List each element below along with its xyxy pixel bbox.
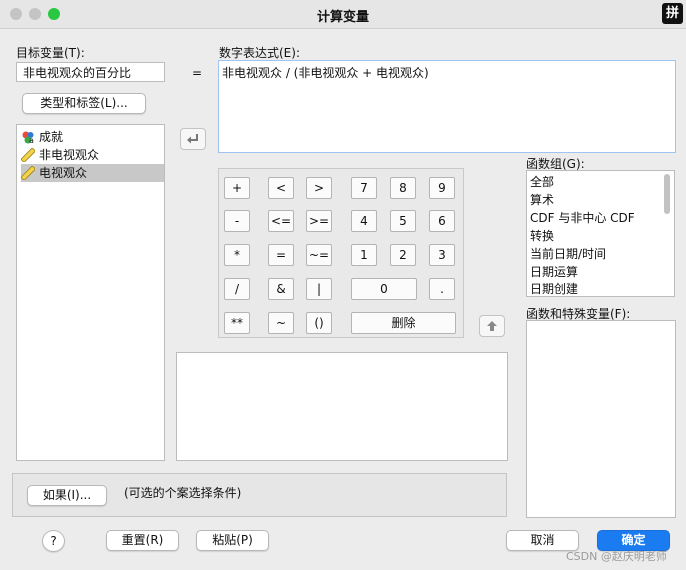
key-decimal[interactable]: . <box>429 278 455 300</box>
function-group-scrollbar[interactable] <box>664 174 670 214</box>
key-and[interactable]: & <box>268 278 294 300</box>
variable-name: 成就 <box>39 130 64 144</box>
key-greater-equal[interactable]: >= <box>306 210 332 232</box>
move-to-expression-button[interactable] <box>180 128 206 150</box>
move-function-up-button[interactable] <box>479 315 505 337</box>
key-5[interactable]: 5 <box>390 210 416 232</box>
key-less-equal[interactable]: <= <box>268 210 294 232</box>
target-variable-value: 非电视观众的百分比 <box>23 66 132 80</box>
variable-item-selected[interactable]: 电视观众 <box>20 164 164 182</box>
key-3[interactable]: 3 <box>429 244 455 266</box>
key-7[interactable]: 7 <box>351 177 377 199</box>
expression-input[interactable]: 非电视观众 / (非电视观众 + 电视观众) <box>218 60 676 153</box>
key-divide[interactable]: / <box>224 278 250 300</box>
variable-list[interactable]: a 成就 非电视观众 电视观众 <box>16 124 165 461</box>
variable-item[interactable]: 非电视观众 <box>20 146 164 164</box>
function-group-list[interactable]: 全部 算术 CDF 与非中心 CDF 转换 当前日期/时间 日期运算 日期创建 <box>526 170 675 297</box>
nominal-icon: a <box>21 130 35 145</box>
key-less-than[interactable]: < <box>268 177 294 199</box>
help-button[interactable]: ? <box>42 530 65 552</box>
function-group-item[interactable]: CDF 与非中心 CDF <box>530 209 635 227</box>
key-1[interactable]: 1 <box>351 244 377 266</box>
key-power[interactable]: ** <box>224 312 250 334</box>
equals-sign: = <box>192 66 203 80</box>
window-title: 计算变量 <box>316 10 369 25</box>
key-not-equal[interactable]: ~= <box>306 244 332 266</box>
input-method-indicator[interactable]: 拼 <box>662 3 683 24</box>
key-2[interactable]: 2 <box>390 244 416 266</box>
key-or[interactable]: | <box>306 278 332 300</box>
key-6[interactable]: 6 <box>429 210 455 232</box>
key-0[interactable]: 0 <box>351 278 417 300</box>
variable-name: 电视观众 <box>39 166 88 180</box>
key-minus[interactable]: - <box>224 210 250 232</box>
key-8[interactable]: 8 <box>390 177 416 199</box>
function-group-item[interactable]: 全部 <box>530 173 554 191</box>
key-4[interactable]: 4 <box>351 210 377 232</box>
expression-value: 非电视观众 / (非电视观众 + 电视观众) <box>222 66 429 80</box>
target-variable-label: 目标变量(T): <box>16 46 85 60</box>
up-arrow-icon <box>487 321 497 331</box>
key-plus[interactable]: + <box>224 177 250 199</box>
key-multiply[interactable]: * <box>224 244 250 266</box>
if-button[interactable]: 如果(I)... <box>27 485 107 506</box>
key-9[interactable]: 9 <box>429 177 455 199</box>
svg-text:a: a <box>29 136 34 144</box>
type-and-label-button[interactable]: 类型和标签(L)... <box>22 93 146 114</box>
key-greater-than[interactable]: > <box>306 177 332 199</box>
function-group-item[interactable]: 当前日期/时间 <box>530 245 606 263</box>
key-equals[interactable]: = <box>268 244 294 266</box>
if-condition-text: (可选的个案选择条件) <box>124 486 242 500</box>
reset-button[interactable]: 重置(R) <box>106 530 179 551</box>
functions-list[interactable] <box>526 320 676 518</box>
function-group-item[interactable]: 算术 <box>530 191 554 209</box>
key-delete[interactable]: 删除 <box>351 312 456 334</box>
variable-item[interactable]: a 成就 <box>21 128 164 146</box>
function-group-item[interactable]: 日期运算 <box>530 263 578 281</box>
variable-name: 非电视观众 <box>39 148 100 162</box>
watermark: CSDN @赵庆明老师 <box>566 550 667 563</box>
function-description-box <box>176 352 508 461</box>
paste-button[interactable]: 粘贴(P) <box>196 530 269 551</box>
scale-ruler-icon <box>20 164 36 181</box>
return-arrow-icon <box>187 134 198 144</box>
scale-ruler-icon <box>20 146 36 163</box>
target-variable-input[interactable]: 非电视观众的百分比 <box>16 62 165 82</box>
function-group-item[interactable]: 日期创建 <box>530 280 578 298</box>
key-parentheses[interactable]: () <box>306 312 332 334</box>
key-not[interactable]: ~ <box>268 312 294 334</box>
expression-label: 数字表达式(E): <box>219 46 300 60</box>
function-group-item[interactable]: 转换 <box>530 227 554 245</box>
